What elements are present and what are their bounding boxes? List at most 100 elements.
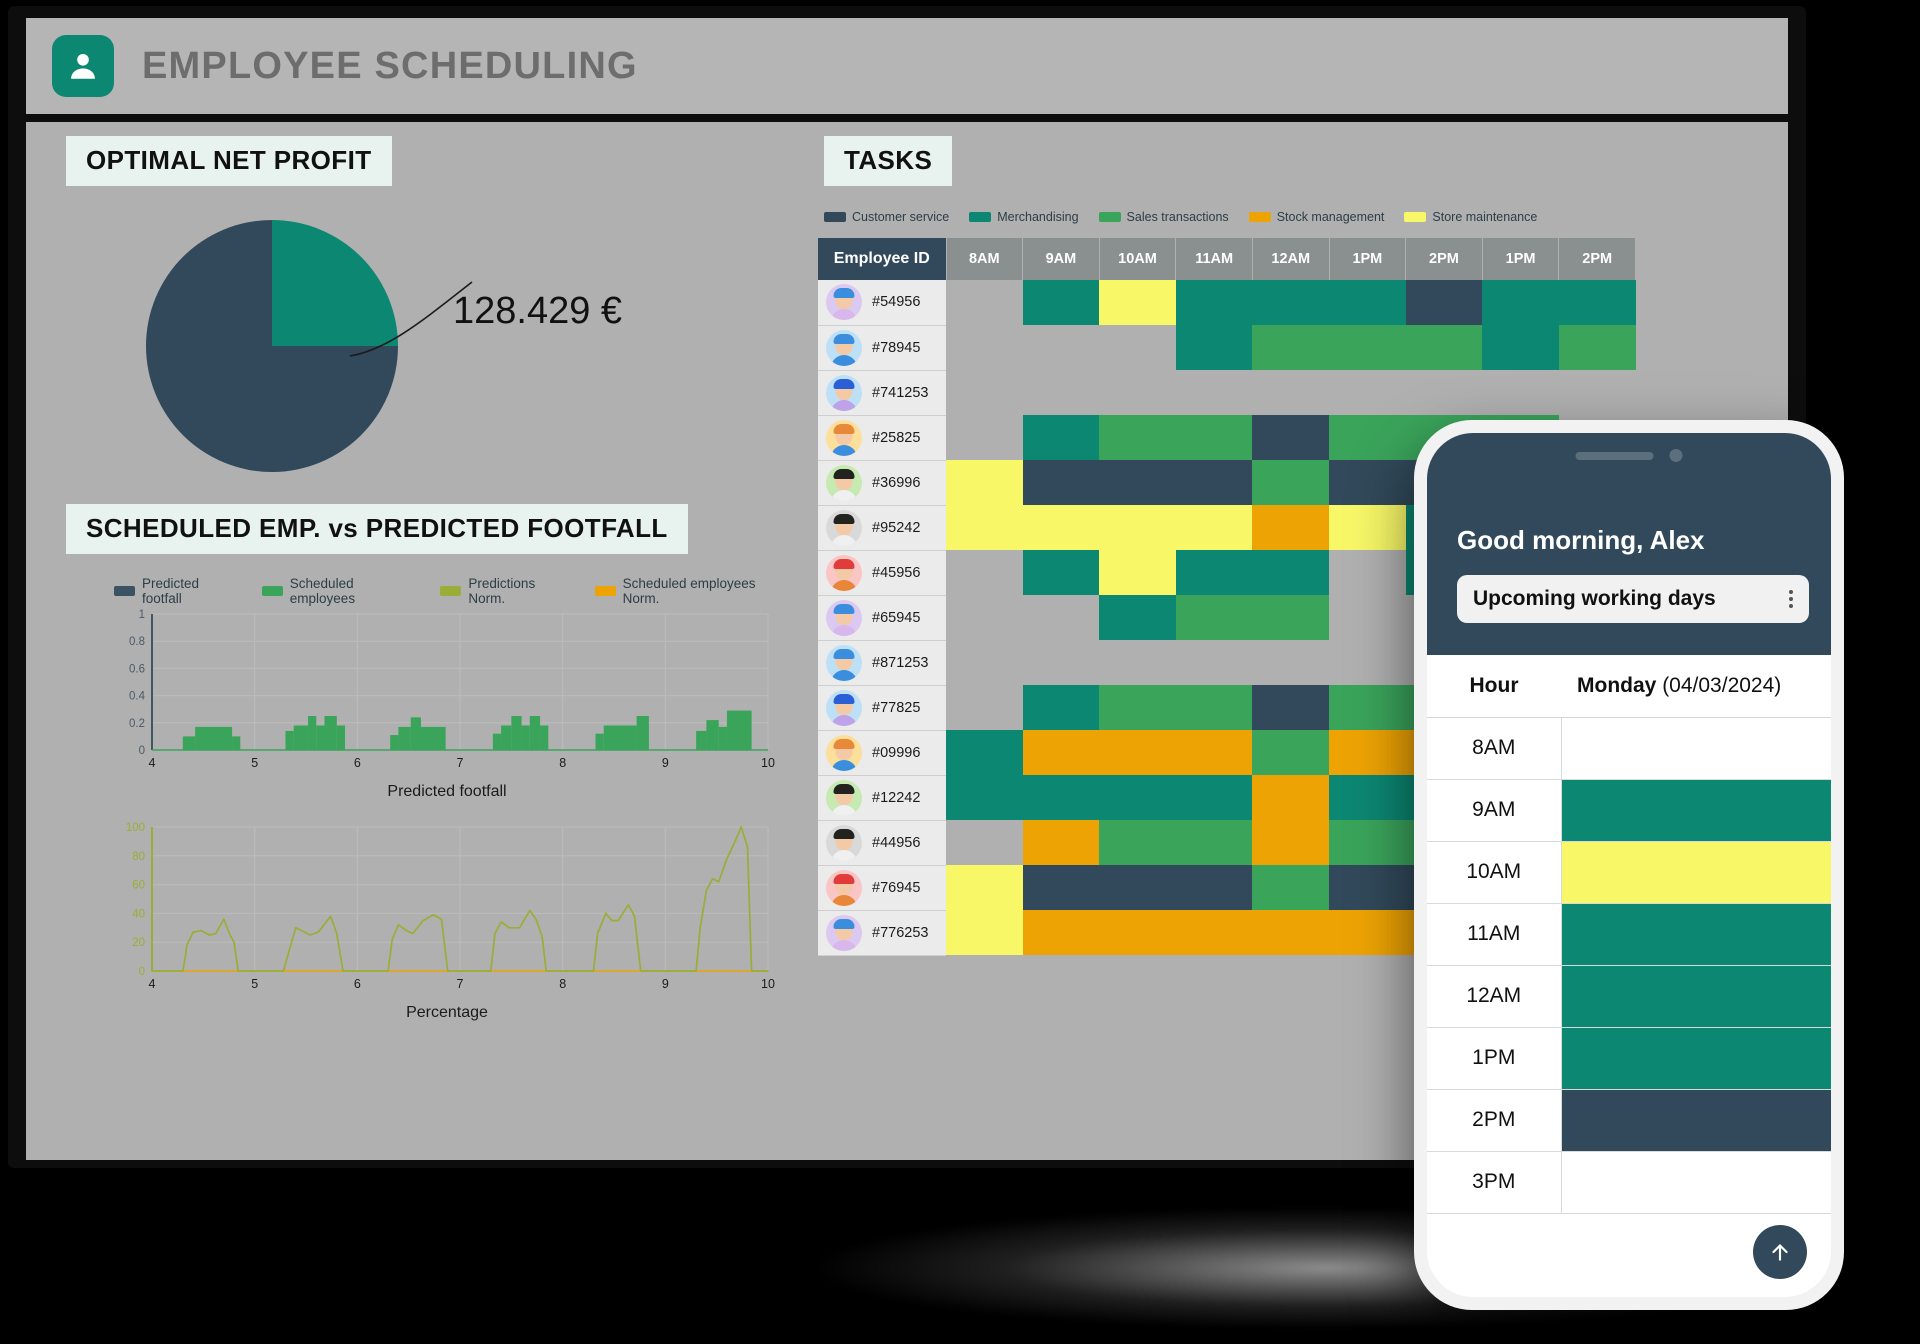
task-cell[interactable] [1558, 280, 1636, 325]
phone-task-cell[interactable] [1561, 841, 1831, 904]
task-cell[interactable] [1022, 595, 1100, 640]
task-cell[interactable] [1252, 730, 1330, 775]
task-cell[interactable] [1329, 460, 1406, 505]
task-cell[interactable] [946, 865, 1023, 910]
task-cell[interactable] [1329, 910, 1406, 955]
task-cell[interactable] [946, 325, 1023, 370]
task-cell[interactable] [1329, 820, 1406, 865]
task-cell[interactable] [946, 550, 1023, 595]
task-cell[interactable] [1329, 595, 1406, 640]
task-cell[interactable] [1099, 325, 1176, 370]
task-cell[interactable] [1252, 685, 1330, 730]
task-cell[interactable] [946, 685, 1023, 730]
task-cell[interactable] [1175, 505, 1253, 550]
phone-task-cell[interactable] [1561, 965, 1831, 1028]
task-cell[interactable] [946, 370, 1023, 415]
task-cell[interactable] [946, 640, 1023, 685]
table-row[interactable]: #741253 [818, 370, 1636, 416]
task-cell[interactable] [1405, 280, 1483, 325]
task-cell[interactable] [1099, 910, 1176, 955]
task-cell[interactable] [1329, 325, 1406, 370]
task-cell[interactable] [1022, 640, 1100, 685]
task-cell[interactable] [1175, 730, 1253, 775]
task-cell[interactable] [1252, 370, 1330, 415]
task-cell[interactable] [946, 595, 1023, 640]
task-cell[interactable] [1329, 415, 1406, 460]
task-cell[interactable] [1558, 370, 1636, 415]
phone-task-cell[interactable] [1561, 779, 1831, 842]
task-cell[interactable] [1329, 775, 1406, 820]
task-cell[interactable] [1175, 415, 1253, 460]
phone-schedule-row[interactable]: 1PM [1427, 1027, 1831, 1090]
task-cell[interactable] [1099, 685, 1176, 730]
table-row[interactable]: #54956 [818, 280, 1636, 326]
task-cell[interactable] [1022, 865, 1100, 910]
task-cell[interactable] [1252, 460, 1330, 505]
task-cell[interactable] [1175, 280, 1253, 325]
task-cell[interactable] [1482, 280, 1559, 325]
task-cell[interactable] [946, 820, 1023, 865]
task-cell[interactable] [1252, 640, 1330, 685]
task-cell[interactable] [1329, 280, 1406, 325]
task-cell[interactable] [1405, 325, 1483, 370]
kebab-menu-icon[interactable] [1789, 590, 1793, 608]
task-cell[interactable] [1022, 685, 1100, 730]
task-cell[interactable] [1175, 775, 1253, 820]
task-cell[interactable] [1329, 685, 1406, 730]
task-cell[interactable] [1175, 640, 1253, 685]
task-cell[interactable] [1252, 280, 1330, 325]
task-cell[interactable] [1175, 820, 1253, 865]
task-cell[interactable] [1252, 550, 1330, 595]
task-cell[interactable] [1175, 685, 1253, 730]
task-cell[interactable] [1099, 370, 1176, 415]
task-cell[interactable] [1099, 550, 1176, 595]
task-cell[interactable] [1099, 820, 1176, 865]
task-cell[interactable] [1329, 730, 1406, 775]
task-cell[interactable] [1252, 325, 1330, 370]
task-cell[interactable] [1329, 370, 1406, 415]
task-cell[interactable] [1022, 280, 1100, 325]
table-row[interactable]: #78945 [818, 325, 1636, 371]
task-cell[interactable] [1252, 865, 1330, 910]
task-cell[interactable] [1252, 505, 1330, 550]
task-cell[interactable] [946, 775, 1023, 820]
phone-task-cell[interactable] [1561, 717, 1831, 780]
phone-task-cell[interactable] [1561, 1151, 1831, 1214]
task-cell[interactable] [1175, 595, 1253, 640]
phone-schedule-row[interactable]: 10AM [1427, 841, 1831, 904]
task-cell[interactable] [1252, 820, 1330, 865]
task-cell[interactable] [1099, 730, 1176, 775]
task-cell[interactable] [1099, 460, 1176, 505]
arrow-up-icon[interactable] [1753, 1225, 1807, 1279]
task-cell[interactable] [1099, 865, 1176, 910]
task-cell[interactable] [1252, 415, 1330, 460]
task-cell[interactable] [946, 460, 1023, 505]
task-cell[interactable] [1329, 640, 1406, 685]
task-cell[interactable] [1099, 415, 1176, 460]
phone-schedule-row[interactable]: 8AM [1427, 717, 1831, 780]
task-cell[interactable] [1175, 865, 1253, 910]
task-cell[interactable] [1252, 910, 1330, 955]
task-cell[interactable] [1482, 370, 1559, 415]
task-cell[interactable] [946, 415, 1023, 460]
task-cell[interactable] [946, 730, 1023, 775]
task-cell[interactable] [1099, 505, 1176, 550]
task-cell[interactable] [1175, 910, 1253, 955]
task-cell[interactable] [1482, 325, 1559, 370]
task-cell[interactable] [1099, 775, 1176, 820]
task-cell[interactable] [946, 910, 1023, 955]
phone-schedule-row[interactable]: 9AM [1427, 779, 1831, 842]
task-cell[interactable] [1022, 910, 1100, 955]
task-cell[interactable] [1099, 280, 1176, 325]
task-cell[interactable] [1175, 460, 1253, 505]
task-cell[interactable] [1175, 550, 1253, 595]
task-cell[interactable] [1175, 325, 1253, 370]
task-cell[interactable] [1252, 775, 1330, 820]
task-cell[interactable] [1022, 775, 1100, 820]
phone-schedule-row[interactable]: 11AM [1427, 903, 1831, 966]
task-cell[interactable] [1022, 415, 1100, 460]
phone-task-cell[interactable] [1561, 1089, 1831, 1152]
task-cell[interactable] [1022, 325, 1100, 370]
phone-schedule-row[interactable]: 12AM [1427, 965, 1831, 1028]
task-cell[interactable] [1558, 325, 1636, 370]
